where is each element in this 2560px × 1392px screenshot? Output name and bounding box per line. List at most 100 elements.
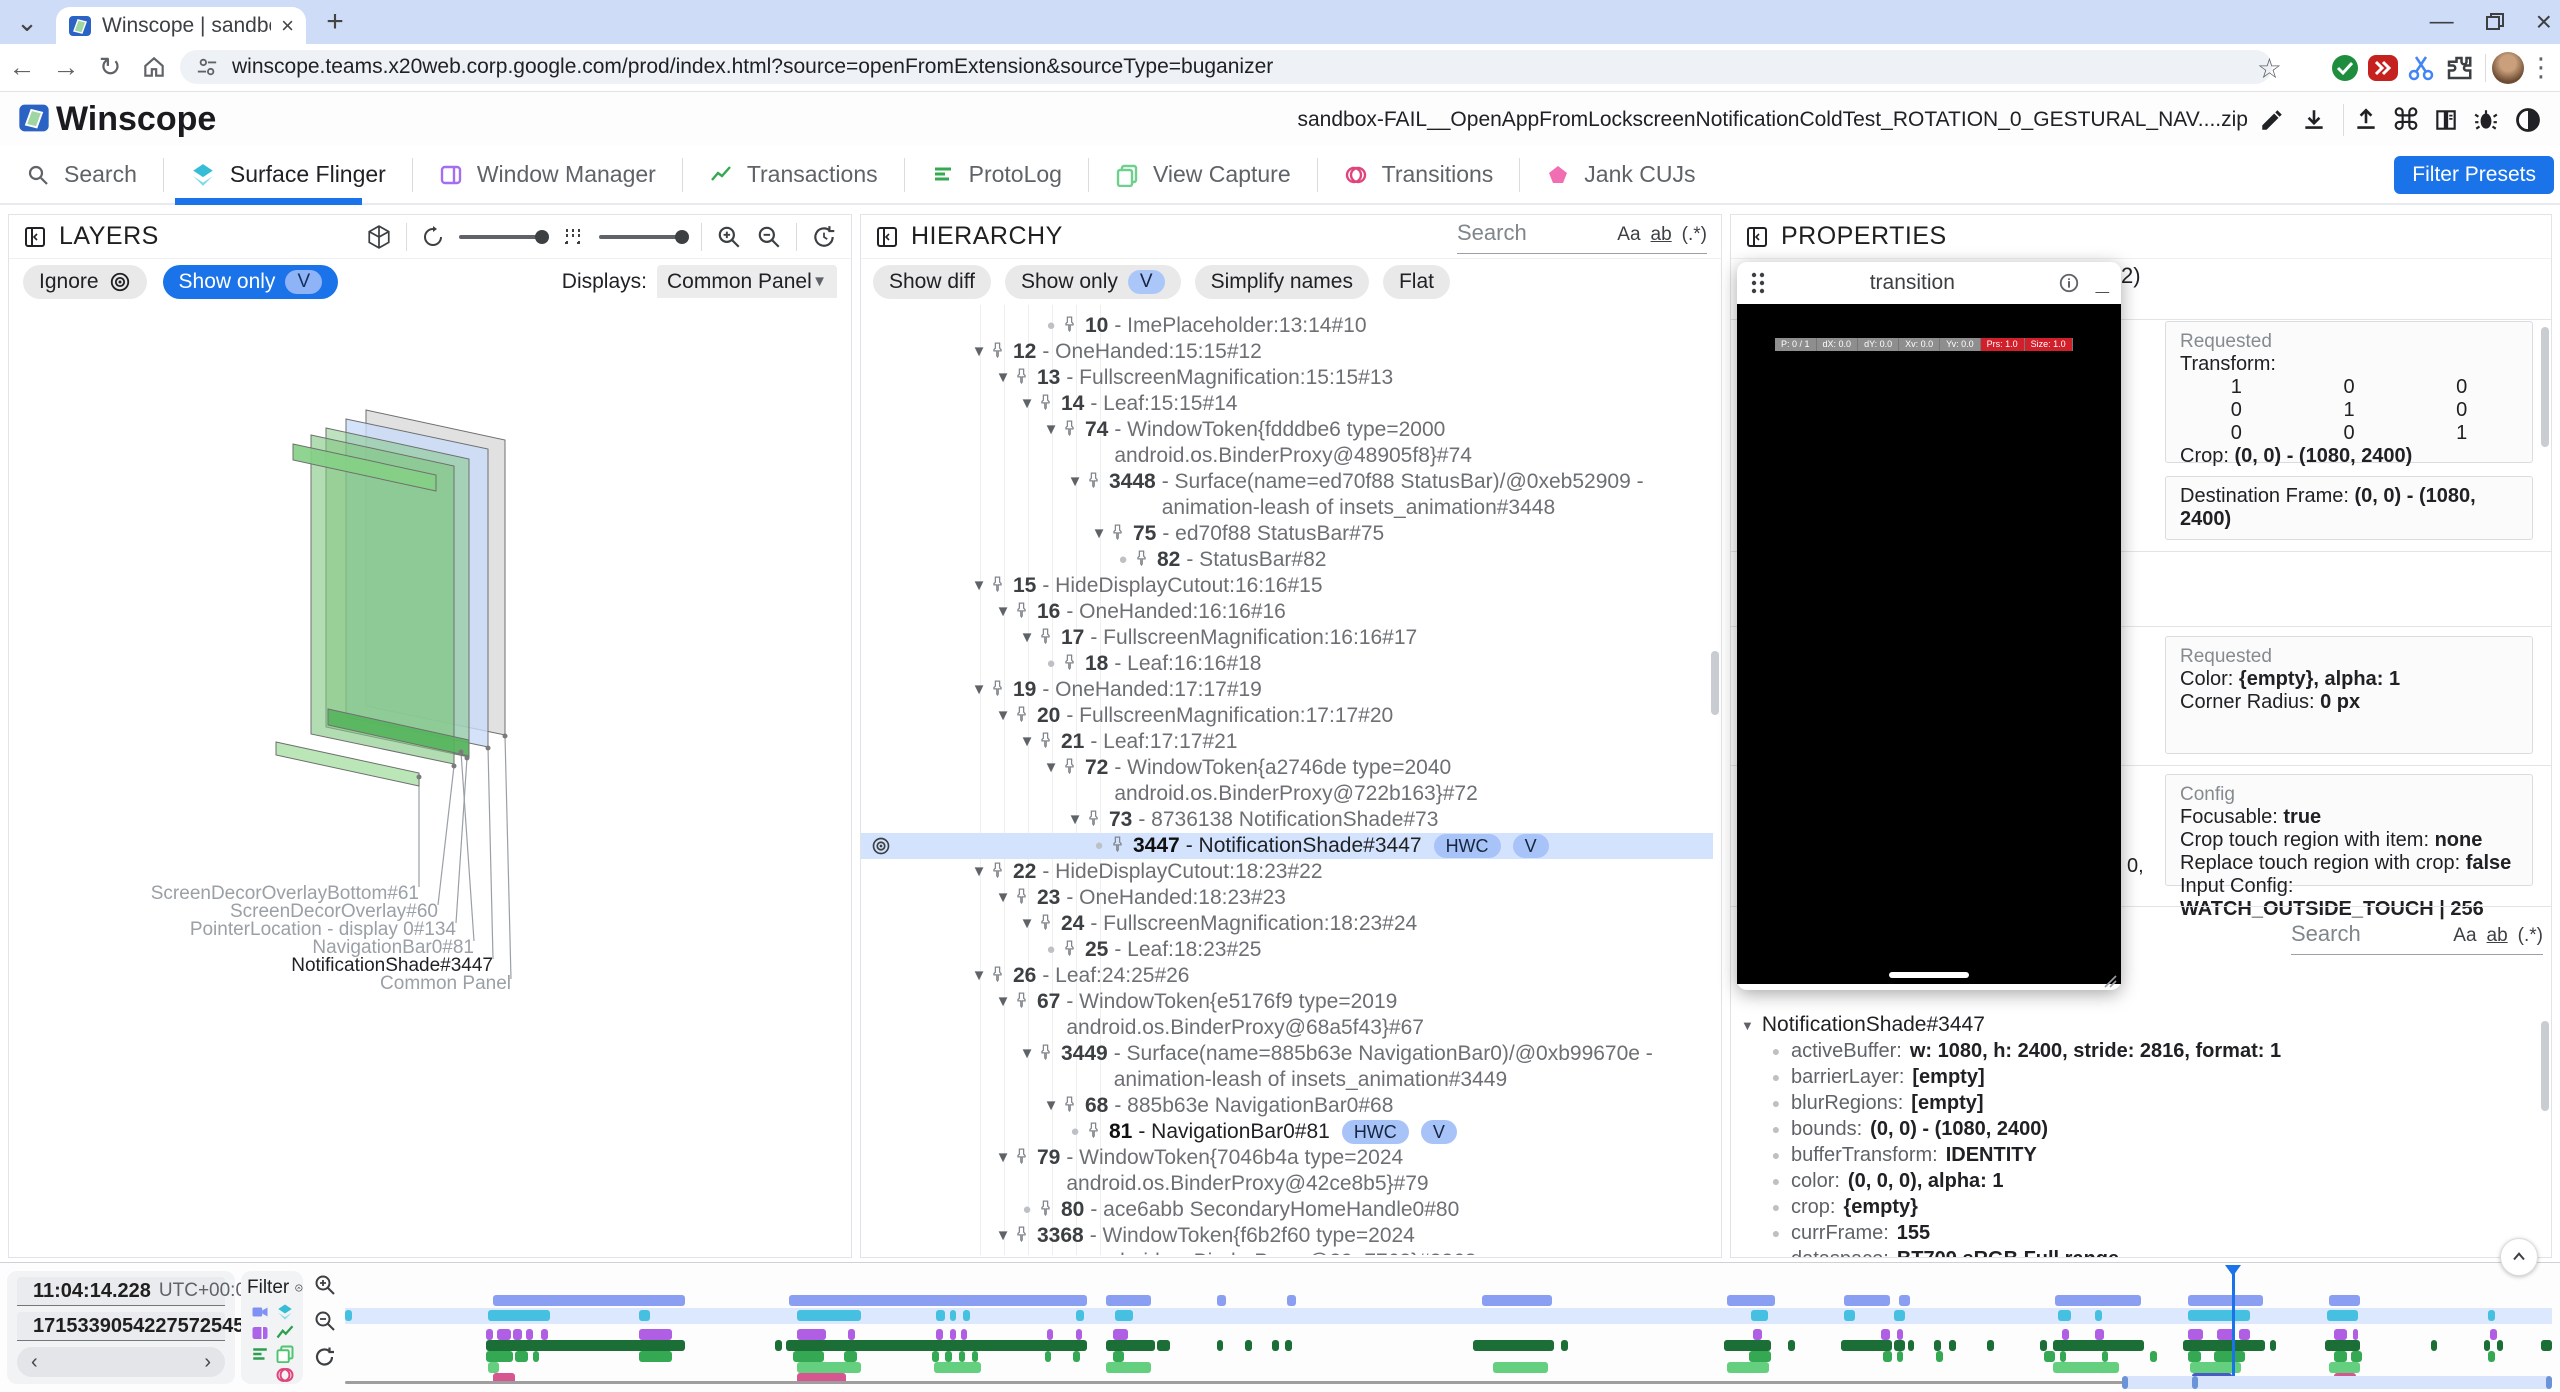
- screen-recording-segment[interactable]: [1287, 1295, 1296, 1306]
- window-manager-segment[interactable]: [961, 1329, 968, 1340]
- window-manager-segment[interactable]: [1753, 1329, 1762, 1340]
- transitions-trace-icon[interactable]: [276, 1366, 294, 1384]
- tree-row[interactable]: ▼26- Leaf:24:25#26: [861, 963, 1713, 989]
- transition-preview-window[interactable]: transition _ P: 0 / 1dX: 0.0dY: 0.0Xv: 0…: [1737, 262, 2121, 990]
- expand-caret-icon[interactable]: ▼: [1065, 807, 1085, 833]
- docs-book-icon[interactable]: [2428, 102, 2464, 138]
- tab-view-capture[interactable]: View Capture: [1089, 146, 1317, 203]
- window-manager-segment[interactable]: [2095, 1329, 2104, 1340]
- displays-select[interactable]: Common Panel ▼: [657, 265, 837, 298]
- expand-caret-icon[interactable]: ▼: [1089, 521, 1109, 547]
- tree-row[interactable]: ▼21- Leaf:17:17#21: [861, 729, 1713, 755]
- transactions-segment[interactable]: [1285, 1340, 1292, 1351]
- transactions-segment[interactable]: [1561, 1340, 1568, 1351]
- ignore-button[interactable]: Ignore: [23, 265, 147, 299]
- browser-menu-icon[interactable]: ⋮: [2528, 52, 2554, 83]
- property-row[interactable]: ●color: (0, 0, 0), alpha: 1: [1741, 1168, 2541, 1194]
- pin-icon[interactable]: [1037, 627, 1057, 644]
- site-settings-icon[interactable]: [196, 56, 218, 78]
- expand-caret-icon[interactable]: ▼: [1065, 469, 1085, 495]
- window-manager-segment[interactable]: [541, 1329, 548, 1340]
- info-icon[interactable]: [2058, 272, 2080, 294]
- screen-recording-segment[interactable]: [1106, 1295, 1150, 1306]
- property-row[interactable]: ●currFrame: 155: [1741, 1220, 2541, 1246]
- transactions-segment[interactable]: [486, 1340, 685, 1351]
- transactions-segment[interactable]: [2484, 1340, 2491, 1351]
- tab-window-manager[interactable]: Window Manager: [413, 146, 682, 203]
- surface-flinger-segment[interactable]: [2188, 1310, 2250, 1321]
- surface-flinger-segment[interactable]: [639, 1310, 650, 1321]
- surface-flinger-segment[interactable]: [488, 1310, 550, 1321]
- expand-caret-icon[interactable]: ▼: [969, 573, 989, 599]
- transactions-segment[interactable]: [1788, 1340, 1795, 1351]
- collapse-panel-icon[interactable]: [1745, 225, 1769, 249]
- window-manager-segment[interactable]: [1897, 1329, 1904, 1340]
- match-word-toggle[interactable]: ab: [1651, 224, 1672, 246]
- tree-row[interactable]: ▼14- Leaf:15:15#14: [861, 391, 1713, 417]
- report-bug-icon[interactable]: [2468, 102, 2504, 138]
- view-capture-trace-icon[interactable]: [276, 1345, 294, 1363]
- window-manager-segment[interactable]: [639, 1329, 672, 1340]
- protolog-segment[interactable]: [844, 1351, 857, 1362]
- expand-caret-icon[interactable]: ▼: [1041, 417, 1061, 443]
- pin-icon[interactable]: [989, 965, 1009, 982]
- protolog-segment[interactable]: [945, 1351, 952, 1362]
- tree-row[interactable]: ▼72- WindowToken{a2746de type=2040 andro…: [861, 755, 1713, 807]
- tab-close-icon[interactable]: ×: [281, 13, 294, 39]
- filter-presets-button[interactable]: Filter Presets: [2394, 156, 2554, 194]
- property-root[interactable]: ▼NotificationShade#3447: [1741, 1012, 2541, 1038]
- transactions-segment[interactable]: [1908, 1340, 1915, 1351]
- match-word-toggle[interactable]: ab: [2487, 925, 2508, 947]
- pin-icon[interactable]: [1085, 809, 1105, 826]
- transactions-segment[interactable]: [1106, 1340, 1155, 1351]
- timeline-range-selection[interactable]: [2122, 1376, 2552, 1389]
- pin-icon[interactable]: [1109, 835, 1129, 852]
- transactions-segment[interactable]: [1217, 1340, 1224, 1351]
- view-capture-segment[interactable]: [1727, 1362, 1769, 1373]
- screen-recording-segment[interactable]: [1727, 1295, 1776, 1306]
- window-manager-segment[interactable]: [486, 1329, 493, 1340]
- tree-row[interactable]: ▼22- HideDisplayCutout:18:23#22: [861, 859, 1713, 885]
- protolog-segment[interactable]: [1897, 1351, 1904, 1362]
- tree-row[interactable]: ▼20- FullscreenMagnification:17:17#20: [861, 703, 1713, 729]
- pin-icon[interactable]: [1013, 367, 1033, 384]
- protolog-segment[interactable]: [2102, 1351, 2109, 1362]
- timeline-reset-zoom-icon[interactable]: [313, 1345, 337, 1369]
- expand-caret-icon[interactable]: ▼: [993, 1145, 1013, 1171]
- tab-transactions[interactable]: Transactions: [683, 146, 904, 203]
- surface-flinger-segment[interactable]: [797, 1310, 861, 1321]
- timestamp-field[interactable]: 11:04:14.228 UTC+00:00: [17, 1277, 225, 1306]
- protolog-segment[interactable]: [972, 1351, 979, 1362]
- properties-search-input[interactable]: Search Aa ab (.*): [2291, 921, 2543, 955]
- hierarchy-search-input[interactable]: Search Aa ab (.*): [1457, 220, 1707, 254]
- reload-icon[interactable]: ↻: [88, 45, 132, 89]
- tree-row[interactable]: ▼74- WindowToken{fdddbe6 type=2000 andro…: [861, 417, 1713, 469]
- tree-row[interactable]: ▼16- OneHanded:16:16#16: [861, 599, 1713, 625]
- property-row[interactable]: ●bounds: (0, 0) - (1080, 2400): [1741, 1116, 2541, 1142]
- surface-flinger-segment[interactable]: [1894, 1310, 1905, 1321]
- bookmark-star-icon[interactable]: ☆: [2257, 52, 2282, 85]
- tree-row[interactable]: ▼3368- WindowToken{f6b2f60 type=2024 and…: [861, 1223, 1713, 1255]
- spacing-slider[interactable]: [599, 235, 687, 239]
- browser-tab[interactable]: Winscope | sandbox-FAIl ×: [56, 7, 306, 44]
- simplify-names-button[interactable]: Simplify names: [1195, 265, 1369, 299]
- protolog-segment[interactable]: [2214, 1351, 2245, 1362]
- extension-scissors-icon[interactable]: [2406, 53, 2436, 83]
- screen-recording-segment[interactable]: [493, 1295, 685, 1306]
- tree-row[interactable]: ▼13- FullscreenMagnification:15:15#13: [861, 365, 1713, 391]
- 3d-cube-icon[interactable]: [366, 224, 392, 250]
- pin-icon[interactable]: [989, 575, 1009, 592]
- window-manager-segment[interactable]: [797, 1329, 826, 1340]
- surface-flinger-segment[interactable]: [2058, 1310, 2071, 1321]
- protolog-segment[interactable]: [2488, 1351, 2495, 1362]
- window-manager-segment[interactable]: [848, 1329, 855, 1340]
- hierarchy-scrollbar[interactable]: [1711, 651, 1719, 715]
- range-tick[interactable]: [2192, 1376, 2198, 1389]
- transactions-segment[interactable]: [1272, 1340, 1279, 1351]
- tab-protolog[interactable]: ProtoLog: [905, 146, 1088, 203]
- range-handle[interactable]: [2122, 1376, 2128, 1389]
- property-row[interactable]: ●blurRegions: [empty]: [1741, 1090, 2541, 1116]
- protolog-trace-icon[interactable]: [251, 1345, 269, 1363]
- tree-row[interactable]: ▼19- OneHanded:17:17#19: [861, 677, 1713, 703]
- expand-caret-icon[interactable]: ▼: [969, 677, 989, 703]
